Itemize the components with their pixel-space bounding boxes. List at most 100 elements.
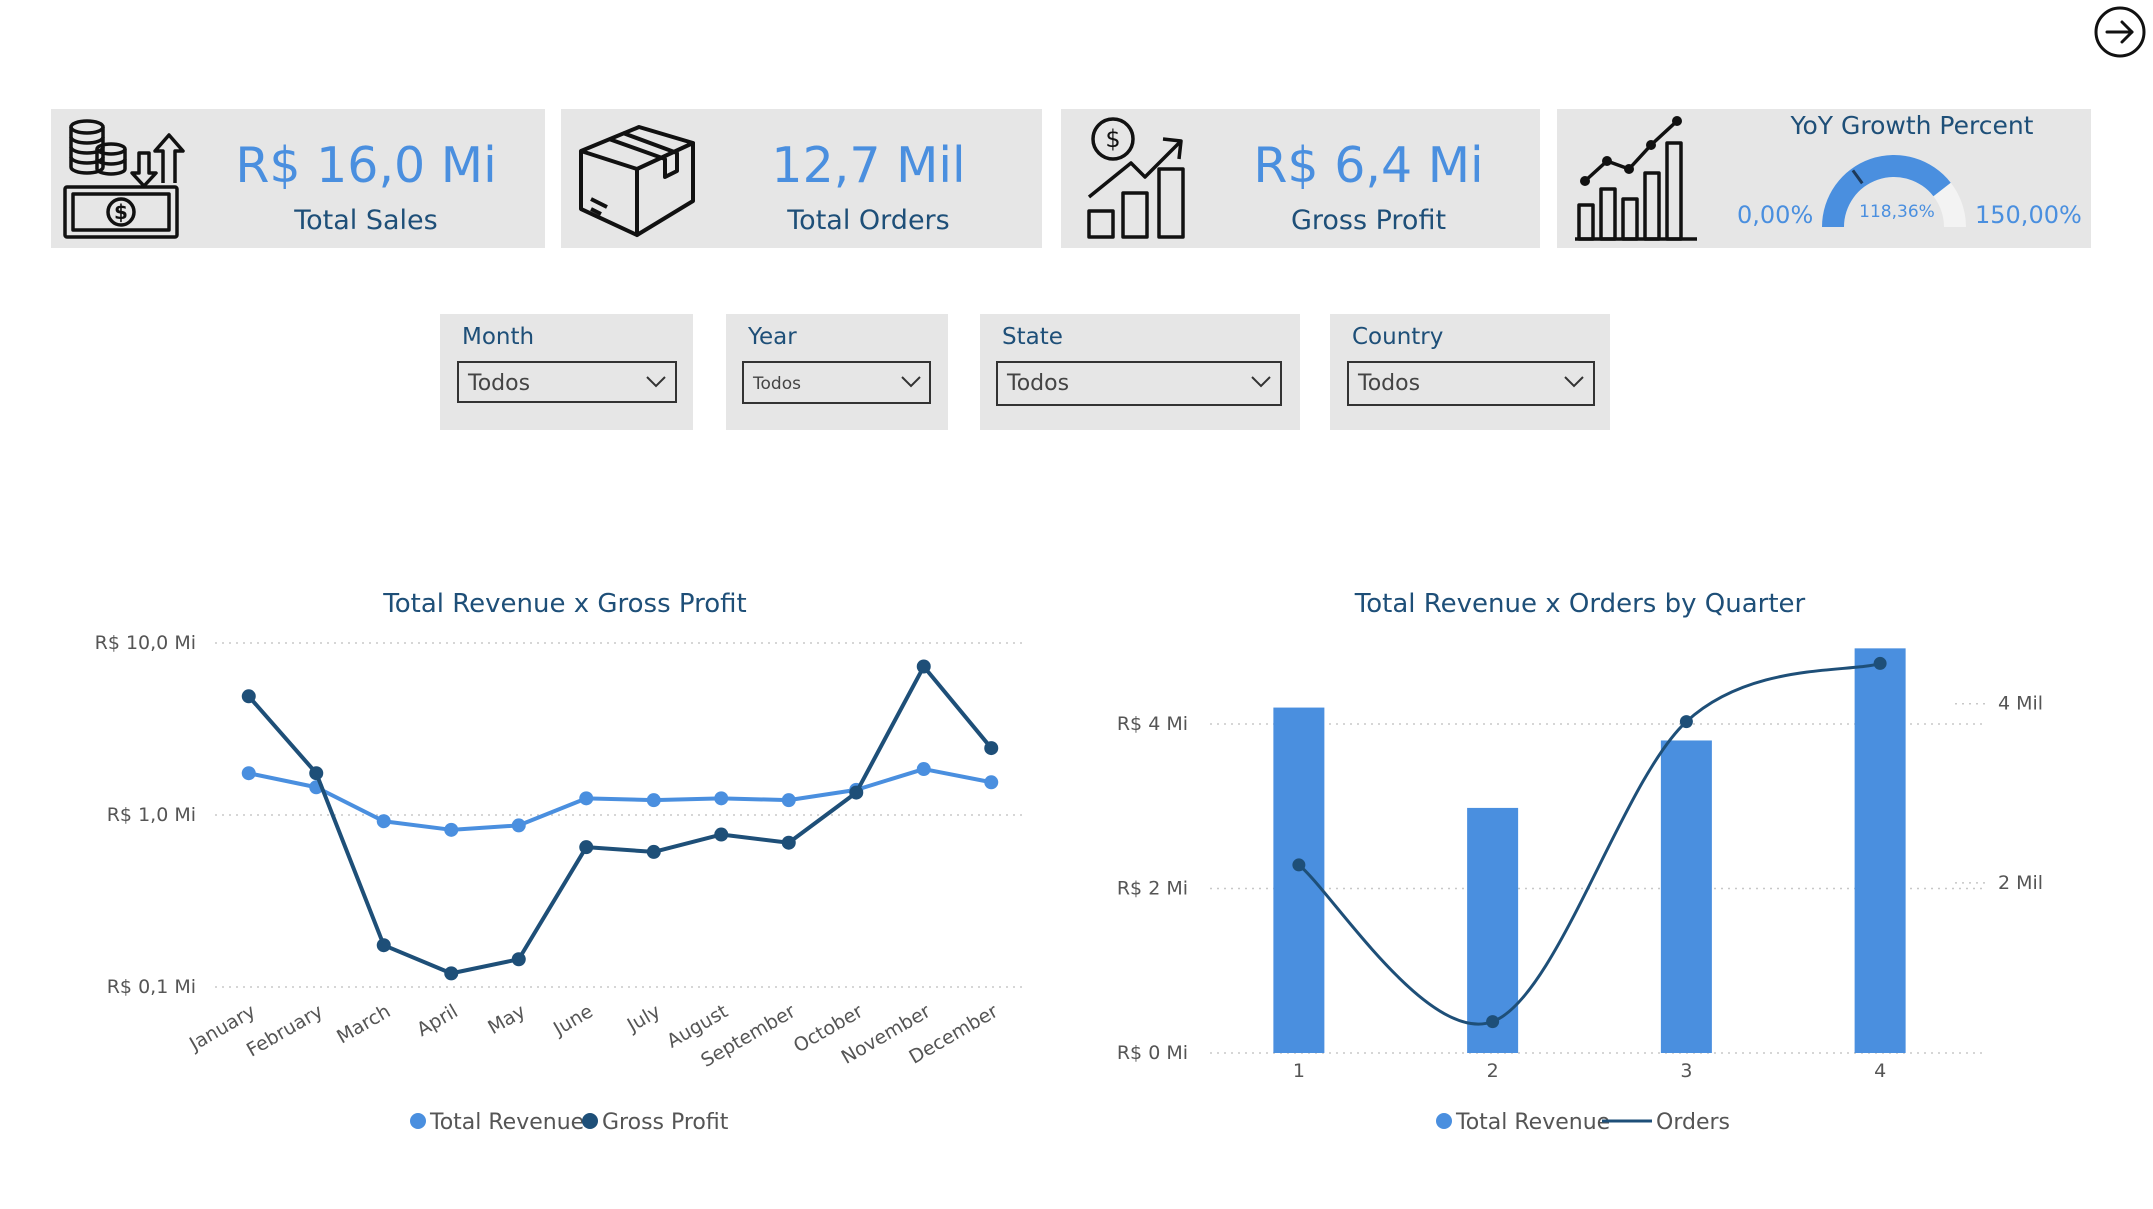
month-dropdown[interactable]: Todos xyxy=(457,361,677,403)
data-point xyxy=(916,659,931,674)
data-point xyxy=(714,791,729,806)
bar xyxy=(1660,740,1712,1053)
money-coins-icon: $ xyxy=(63,119,185,239)
orders-line xyxy=(1297,661,1881,1026)
legend-marker xyxy=(1436,1113,1452,1129)
kpi-card-total-sales: $ R$ 16,0 Mi Total Sales xyxy=(51,109,545,248)
year-dropdown[interactable]: Todos xyxy=(742,361,931,404)
total-orders-label: Total Orders xyxy=(787,205,950,236)
data-point xyxy=(376,814,391,829)
chevron-down-icon xyxy=(1564,376,1584,388)
data-point xyxy=(241,766,256,781)
svg-text:$: $ xyxy=(114,200,128,224)
bar xyxy=(1854,648,1906,1053)
data-point xyxy=(646,844,661,859)
legend-marker xyxy=(582,1113,598,1129)
gross-profit-value: R$ 6,4 Mi xyxy=(1253,137,1484,194)
country-dropdown[interactable]: Todos xyxy=(1347,361,1595,406)
data-point xyxy=(444,966,459,981)
month-dropdown-value: Todos xyxy=(468,371,531,396)
slicer-state: State Todos xyxy=(980,314,1300,430)
x-tick-label: 2 xyxy=(1487,1060,1499,1082)
legend-label: Total Revenue xyxy=(429,1110,584,1135)
legend-label: Gross Profit xyxy=(602,1110,729,1135)
chevron-down-icon xyxy=(901,376,921,388)
orders-point xyxy=(1292,858,1306,872)
data-point xyxy=(646,793,661,808)
x-tick-label: 3 xyxy=(1680,1060,1692,1082)
data-point xyxy=(511,952,526,967)
y-tick-label: R$ 2 Mi xyxy=(1117,878,1188,900)
svg-text:$: $ xyxy=(1105,125,1120,153)
legend-label: Total Revenue xyxy=(1455,1110,1610,1135)
year-dropdown-value: Todos xyxy=(753,374,801,394)
orders-point xyxy=(1486,1015,1500,1029)
series-line xyxy=(248,767,992,832)
data-point xyxy=(984,741,999,756)
data-point xyxy=(714,827,729,842)
package-box-icon xyxy=(579,125,695,237)
data-point xyxy=(511,818,526,833)
data-point xyxy=(579,791,594,806)
data-point xyxy=(309,766,324,781)
slicer-year: Year Todos xyxy=(726,314,948,430)
y-tick-label: R$ 1,0 Mi xyxy=(107,804,196,826)
data-point xyxy=(781,793,796,808)
legend-marker xyxy=(410,1113,426,1129)
kpi-card-gross-profit: $ R$ 6,4 Mi Gross Profit xyxy=(1061,109,1540,248)
revenue-orders-combo-chart: R$ 4 Mi R$ 2 Mi R$ 0 Mi 4 Mil 2 Mil 1 2 3 4 Total… xyxy=(1117,648,2043,1135)
legend-label: Orders xyxy=(1656,1110,1730,1135)
slicer-year-label: Year xyxy=(748,324,797,350)
data-point xyxy=(444,822,459,837)
gross-profit-label: Gross Profit xyxy=(1290,205,1447,236)
bar xyxy=(1273,707,1325,1053)
total-sales-label: Total Sales xyxy=(294,205,438,236)
state-dropdown[interactable]: Todos xyxy=(996,361,1282,406)
total-orders-value: 12,7 Mil xyxy=(771,137,966,194)
y-tick-label: R$ 10,0 Mi xyxy=(95,632,196,654)
next-page-button[interactable] xyxy=(2093,5,2147,59)
data-point xyxy=(579,840,594,855)
slicer-country-label: Country xyxy=(1352,324,1444,350)
kpi-card-yoy-growth: YoY Growth Percent 0,00% 118,36% 150,00% xyxy=(1557,109,2091,248)
revenue-profit-line-chart: R$ 10,0 MiR$ 1,0 MiR$ 0,1 MiJanuaryFebru… xyxy=(95,632,1025,1135)
y-tick-label: R$ 0 Mi xyxy=(1117,1042,1188,1064)
x-tick-label: February xyxy=(243,1000,327,1061)
slicer-state-label: State xyxy=(1002,324,1063,350)
chevron-down-icon xyxy=(646,376,666,388)
yoy-value-label: 118,36% xyxy=(1859,202,1935,222)
arrow-right-circle-icon xyxy=(2094,6,2146,58)
country-dropdown-value: Todos xyxy=(1358,371,1421,396)
x-tick-label: April xyxy=(413,1000,462,1041)
orders-point xyxy=(1873,656,1887,670)
data-point xyxy=(916,762,931,777)
data-point xyxy=(376,938,391,953)
chevron-down-icon xyxy=(1251,376,1271,388)
x-tick-label: March xyxy=(333,1000,394,1048)
data-point xyxy=(984,775,999,790)
yoy-max-label: 150,00% xyxy=(1975,201,2082,229)
total-sales-value: R$ 16,0 Mi xyxy=(235,137,497,194)
yoy-min-label: 0,00% xyxy=(1737,201,1814,229)
y2-tick-label: 4 Mil xyxy=(1998,693,2043,715)
combo-chart-title: Total Revenue x Orders by Quarter xyxy=(1354,589,1806,619)
growth-chart-dollar-icon: $ xyxy=(1087,117,1185,239)
data-point xyxy=(781,835,796,850)
slicer-country: Country Todos xyxy=(1330,314,1610,430)
data-point xyxy=(849,785,864,800)
state-dropdown-value: Todos xyxy=(1007,371,1070,396)
slicer-month-label: Month xyxy=(462,324,535,350)
series-line xyxy=(247,664,993,976)
orders-point xyxy=(1679,715,1693,729)
y-tick-label: R$ 4 Mi xyxy=(1117,713,1188,735)
x-tick-label: May xyxy=(484,1000,529,1039)
y2-tick-label: 2 Mil xyxy=(1998,872,2043,894)
kpi-card-total-orders: 12,7 Mil Total Orders xyxy=(561,109,1042,248)
x-tick-label: July xyxy=(623,1000,664,1037)
data-point xyxy=(241,689,256,704)
slicer-month: Month Todos xyxy=(440,314,693,430)
y-tick-label: R$ 0,1 Mi xyxy=(107,976,196,998)
line-chart-title: Total Revenue x Gross Profit xyxy=(383,589,747,619)
x-tick-label: June xyxy=(549,1000,597,1040)
x-tick-label: 1 xyxy=(1293,1060,1305,1082)
